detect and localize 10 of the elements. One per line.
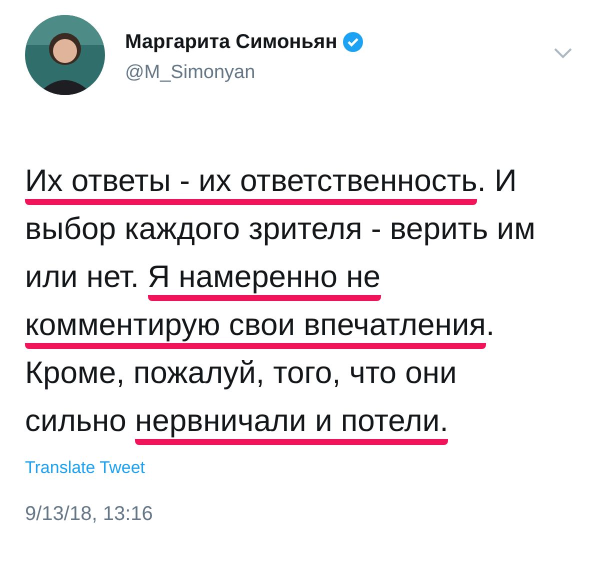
- author-name[interactable]: Маргарита Симоньян: [125, 27, 338, 57]
- tweet-text-line: Кроме, пожалуй, того, что они: [25, 354, 458, 392]
- author-handle[interactable]: @M_Simonyan: [125, 59, 553, 88]
- tweet-text-line: Их ответы - их ответственность. И: [25, 157, 575, 205]
- tweet-text-line: выбор каждого зрителя - верить им: [25, 210, 536, 248]
- timestamp: 9/13/18, 13:16: [25, 502, 154, 526]
- tweet-text-line: сильно нервничали и потели.: [25, 397, 575, 445]
- translate-link[interactable]: Translate Tweet: [25, 455, 146, 480]
- tweet-text-line: комментирую свои впечатления.: [25, 301, 575, 349]
- tweet-text-line: или нет. Я намеренно не: [25, 253, 575, 301]
